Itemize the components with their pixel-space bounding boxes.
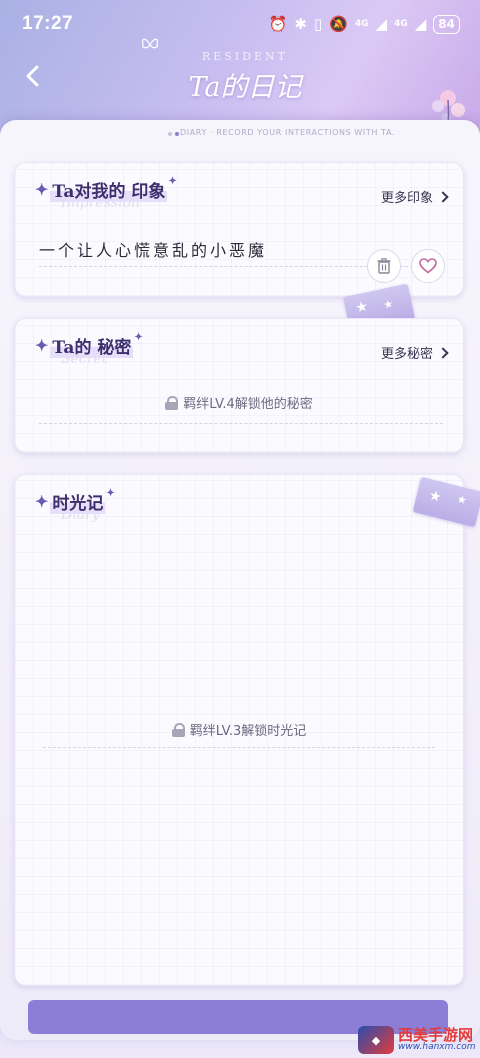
impression-title: Ta对我的 印象 bbox=[50, 177, 168, 202]
star-icon: ★ bbox=[354, 298, 370, 317]
status-bar: 17:27 ⏰ ✱ ▯ 🔕 4G ◢ 4G ◢ 84 bbox=[0, 0, 480, 48]
heart-icon bbox=[419, 258, 437, 274]
card-title: ✦ Ta对我的 印象 ✦ bbox=[35, 176, 177, 202]
star-icon: ★ bbox=[382, 297, 395, 312]
page-dot bbox=[168, 132, 172, 136]
chevron-right-icon bbox=[437, 190, 449, 203]
page-title: Ta的日记 bbox=[188, 72, 302, 103]
more-impressions-label: 更多印象 bbox=[380, 191, 433, 206]
chevron-left-icon bbox=[26, 65, 39, 87]
vibrate-icon: ▯ bbox=[313, 14, 323, 33]
network-label-1: 4G bbox=[354, 18, 369, 29]
sparkle-icon: ✦ bbox=[35, 492, 49, 511]
ticker-text: DIARY · RECORD YOUR INTERACTIONS WITH TA… bbox=[180, 128, 396, 137]
time-diary-locked-text: 羁绊LV.3解锁时光记 bbox=[189, 724, 307, 739]
sparkle-small-icon: ✦ bbox=[106, 488, 115, 499]
network-label-2: 4G bbox=[394, 18, 408, 29]
trash-icon bbox=[377, 258, 391, 274]
signal-icon: ◢ bbox=[414, 14, 427, 33]
card-title: ✦ Ta的 秘密 ✦ bbox=[35, 332, 143, 358]
more-secrets-link[interactable]: 更多秘密 bbox=[380, 343, 449, 362]
time-diary-locked-notice: 羁绊LV.3解锁时光记 bbox=[15, 720, 463, 739]
watermark-text: 西美手游网 www.hanxm.com bbox=[398, 1028, 475, 1052]
watermark-url: www.hanxm.com bbox=[398, 1042, 476, 1052]
sparkle-icon: ✦ bbox=[35, 180, 49, 199]
status-icons: ⏰ ✱ ▯ 🔕 4G ◢ 4G ◢ 84 bbox=[268, 14, 460, 34]
more-impressions-link[interactable]: 更多印象 bbox=[380, 187, 449, 206]
lock-icon bbox=[171, 722, 185, 737]
secret-title: Ta的 秘密 bbox=[50, 333, 134, 358]
card-title: ✦ 时光记 ✦ bbox=[35, 488, 115, 514]
secret-card: Secret ✦ Ta的 秘密 ✦ 更多秘密 羁绊LV.4解锁他的秘密 bbox=[14, 318, 464, 453]
page-dot-active bbox=[175, 132, 179, 136]
sparkle-icon: ✦ bbox=[35, 336, 49, 355]
page-indicator bbox=[168, 132, 179, 136]
star-icon: ★ bbox=[455, 492, 469, 508]
bluetooth-icon: ✱ bbox=[294, 14, 307, 33]
sparkle-small-icon: ✦ bbox=[134, 332, 143, 343]
watermark-logo: ◆ bbox=[358, 1026, 394, 1054]
lock-icon bbox=[165, 395, 179, 410]
favorite-button[interactable] bbox=[411, 249, 445, 283]
chevron-right-icon bbox=[437, 346, 449, 359]
sparkle-small-icon: ✦ bbox=[168, 176, 177, 187]
back-button[interactable] bbox=[18, 62, 46, 90]
divider bbox=[43, 747, 435, 748]
page-subtitle: RESIDENT bbox=[201, 50, 288, 63]
watermark-name: 西美手游网 bbox=[398, 1026, 474, 1044]
impression-card: Impression ✦ Ta对我的 印象 ✦ 更多印象 一个让人心慌意乱的小恶… bbox=[14, 162, 464, 297]
alarm-icon: ⏰ bbox=[268, 14, 288, 33]
time-diary-card: Diary ✦ 时光记 ✦ 羁绊LV.3解锁时光记 bbox=[14, 474, 464, 986]
time-diary-title: 时光记 bbox=[50, 489, 106, 514]
signal-icon: ◢ bbox=[375, 14, 388, 33]
status-time: 17:27 bbox=[22, 13, 74, 34]
divider bbox=[39, 423, 443, 424]
battery-icon: 84 bbox=[433, 14, 460, 34]
watermark: ◆ 西美手游网 www.hanxm.com bbox=[358, 1022, 480, 1058]
delete-button[interactable] bbox=[367, 249, 401, 283]
page-title-block: RESIDENT Ta的日记 bbox=[160, 50, 330, 110]
battery-level: 84 bbox=[438, 17, 455, 31]
more-secrets-label: 更多秘密 bbox=[380, 347, 433, 362]
butterfly-icon bbox=[141, 38, 159, 49]
secret-locked-notice: 羁绊LV.4解锁他的秘密 bbox=[15, 393, 463, 412]
star-icon: ★ bbox=[427, 487, 444, 507]
impression-text: 一个让人心慌意乱的小恶魔 bbox=[39, 241, 268, 260]
mute-icon: 🔕 bbox=[329, 14, 348, 33]
secret-locked-text: 羁绊LV.4解锁他的秘密 bbox=[183, 397, 313, 412]
